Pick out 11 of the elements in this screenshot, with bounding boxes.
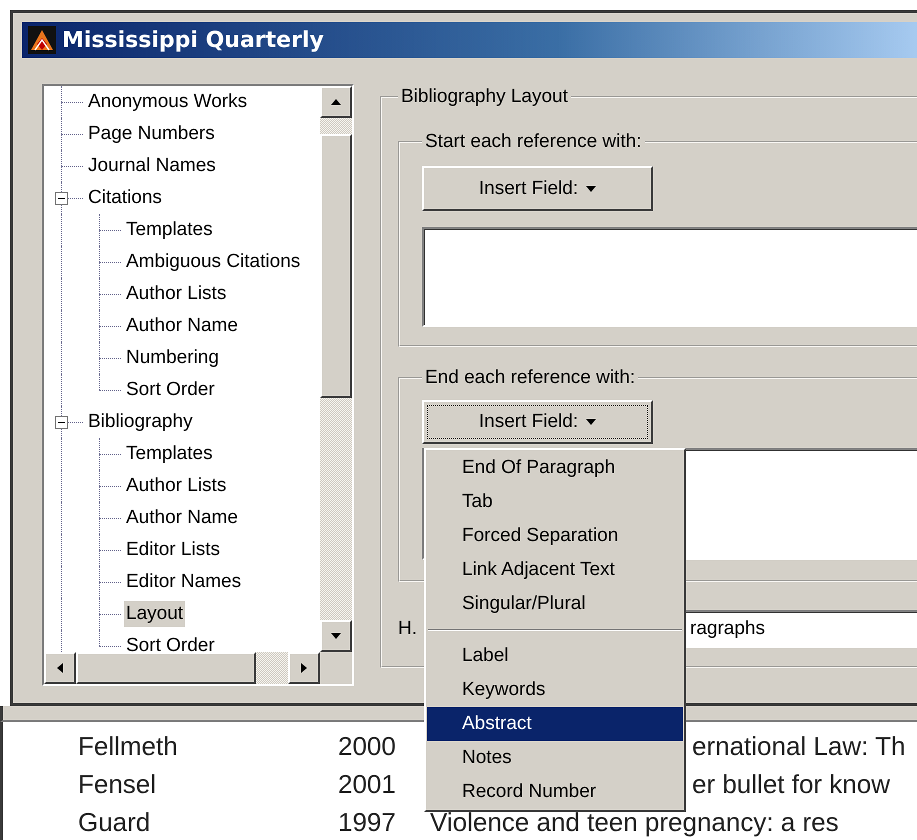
title-cell: ernational Law: Th — [692, 731, 906, 761]
title-cell: er bullet for know — [692, 769, 890, 799]
author-cell-text: Guard — [78, 806, 152, 839]
year-cell-text: 2001 — [338, 768, 397, 801]
title-cell: Violence and teen pregnancy: a res — [430, 807, 839, 837]
field-label: H. — [398, 618, 417, 640]
year-cell-text: 2000 — [338, 730, 397, 763]
author-cell-text: Fensel — [78, 768, 158, 801]
year-cell-text: 1997 — [338, 806, 397, 839]
window-title: Mississippi Quarterly — [62, 28, 324, 52]
author-cell-text: Fellmeth — [78, 730, 179, 763]
